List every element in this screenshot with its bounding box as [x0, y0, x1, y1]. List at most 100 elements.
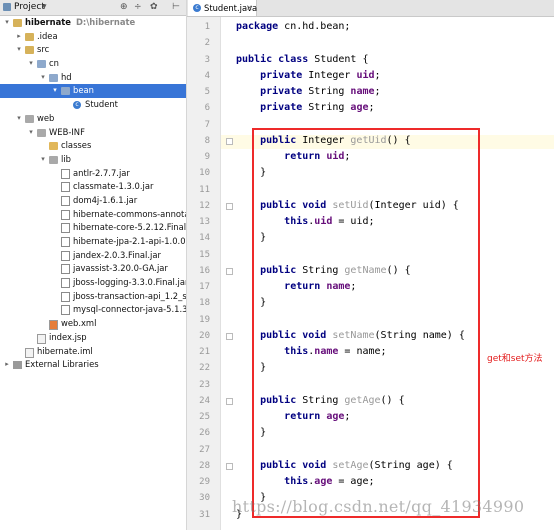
- tree-item[interactable]: hibernate-jpa-2.1-api-1.0.0.Fi: [0, 235, 186, 249]
- dropdown-icon[interactable]: ▾: [42, 0, 47, 15]
- tree-item-label: Student: [85, 98, 118, 112]
- tree-item[interactable]: jandex-2.0.3.Final.jar: [0, 249, 186, 263]
- hide-panel-icon[interactable]: ⊢: [172, 0, 180, 15]
- tree-item-label: hibernate-jpa-2.1-api-1.0.0.Fi: [73, 235, 187, 249]
- project-path: D:\hibernate: [75, 17, 136, 27]
- tree-item-label: classes: [61, 139, 91, 153]
- tree-item[interactable]: ▾ bean: [0, 84, 186, 99]
- tree-item[interactable]: ▾ hd: [0, 71, 186, 85]
- tree-item[interactable]: antlr-2.7.7.jar: [0, 167, 186, 181]
- file-icon: [25, 347, 34, 358]
- tree-item[interactable]: javassist-3.20.0-GA.jar: [0, 262, 186, 276]
- folder-icon: [25, 46, 34, 55]
- fold-marker-icon[interactable]: [226, 137, 233, 145]
- package-icon: [37, 60, 46, 69]
- tree-item[interactable]: web.xml: [0, 317, 186, 331]
- line-number: 24: [199, 395, 210, 406]
- scroll-from-source-icon[interactable]: ⊕: [120, 0, 128, 15]
- package-icon: [61, 87, 70, 96]
- tree-item[interactable]: ▾ cn: [0, 57, 186, 71]
- expand-arrow-icon[interactable]: ▾: [39, 153, 47, 167]
- fold-marker-icon[interactable]: [226, 462, 233, 470]
- tree-item[interactable]: c Student: [0, 98, 186, 112]
- tree-item[interactable]: jboss-logging-3.3.0.Final.jar: [0, 276, 186, 290]
- project-icon: [3, 3, 11, 11]
- expand-arrow-icon[interactable]: ▾: [15, 43, 23, 57]
- getter-setter-highlight-box: [252, 128, 480, 518]
- tree-item-text: web.xml: [61, 318, 97, 329]
- tree-item[interactable]: dom4j-1.6.1.jar: [0, 194, 186, 208]
- tree-item[interactable]: classmate-1.3.0.jar: [0, 180, 186, 194]
- code-line[interactable]: private String age;: [236, 102, 374, 113]
- tree-item-text: javassist-3.20.0-GA.jar: [73, 263, 168, 274]
- tree-item-text: Student: [85, 99, 118, 110]
- tree-item[interactable]: ▾ lib: [0, 153, 186, 167]
- fold-marker-icon[interactable]: [226, 397, 233, 405]
- jar-icon: [61, 278, 70, 289]
- tree-item-text: jboss-transaction-api_1.2_spe: [73, 290, 187, 301]
- tree-item-text: hibernate-jpa-2.1-api-1.0.0.Fi: [73, 236, 187, 246]
- code-line[interactable]: private Integer uid;: [236, 70, 380, 81]
- expand-arrow-icon[interactable]: ▾: [3, 16, 11, 30]
- tree-item[interactable]: ▸ External Libraries: [0, 358, 186, 372]
- tree-item[interactable]: hibernate-commons-annotat: [0, 208, 186, 222]
- tree-item-label: .idea: [37, 30, 58, 44]
- tree-item[interactable]: jboss-transaction-api_1.2_spe: [0, 290, 186, 304]
- code-line[interactable]: public class Student {: [236, 54, 368, 65]
- fold-marker-icon[interactable]: [226, 267, 233, 275]
- code-line[interactable]: private String name;: [236, 86, 380, 97]
- tree-item[interactable]: ▸ .idea: [0, 30, 186, 44]
- tree-item-text: hibernate.iml: [37, 345, 93, 356]
- line-number: 21: [199, 347, 210, 357]
- line-number: 22: [199, 363, 210, 374]
- tree-item[interactable]: mysql-connector-java-5.1.37-: [0, 303, 186, 317]
- line-number: 27: [199, 444, 210, 455]
- line-number: 6: [204, 103, 210, 114]
- package-icon: [49, 73, 58, 82]
- close-tab-icon[interactable]: ×: [246, 0, 253, 16]
- collapse-arrow-icon[interactable]: ▸: [3, 358, 11, 372]
- tree-item[interactable]: hibernate-core-5.2.12.Final.ja: [0, 221, 186, 235]
- line-number: 4: [204, 70, 210, 81]
- tree-item-text: hd: [61, 71, 72, 82]
- code-line[interactable]: package cn.hd.bean;: [236, 21, 350, 32]
- fold-marker-icon[interactable]: [226, 202, 233, 210]
- tree-item[interactable]: ▾ hibernate D:\hibernate: [0, 16, 186, 30]
- expand-arrow-icon[interactable]: ▾: [27, 126, 35, 140]
- tree-item-text: antlr-2.7.7.jar: [73, 167, 130, 178]
- tree-item[interactable]: classes: [0, 139, 186, 153]
- tree-item-label: cn: [49, 57, 59, 71]
- tree-item[interactable]: hibernate.iml: [0, 345, 186, 359]
- collapse-arrow-icon[interactable]: ▸: [15, 30, 23, 44]
- watermark: https://blog.csdn.net/qq_41934990: [232, 497, 525, 516]
- line-number: 11: [199, 184, 210, 195]
- line-number: 31: [199, 509, 210, 520]
- expand-arrow-icon[interactable]: ▾: [51, 84, 59, 98]
- line-number: 14: [199, 233, 210, 244]
- line-number: 17: [199, 282, 210, 292]
- jar-icon: [61, 223, 70, 234]
- tree-item-text: bean: [73, 85, 94, 96]
- fold-marker-icon[interactable]: [226, 332, 233, 340]
- tree-item[interactable]: ▾ WEB-INF: [0, 126, 186, 140]
- tree-item-label: hibernate-core-5.2.12.Final.ja: [73, 221, 186, 235]
- line-number: 25: [199, 412, 210, 422]
- expand-arrow-icon[interactable]: ▾: [39, 71, 47, 85]
- tree-item-label: web.xml: [61, 317, 96, 331]
- project-panel-title[interactable]: Project: [14, 0, 45, 15]
- collapse-all-icon[interactable]: ÷: [134, 0, 142, 15]
- tree-item-label: javassist-3.20.0-GA.jar: [73, 262, 168, 276]
- tree-item-text: mysql-connector-java-5.1.37-: [73, 304, 187, 315]
- tree-item[interactable]: index.jsp: [0, 331, 186, 345]
- expand-arrow-icon[interactable]: ▾: [27, 57, 35, 71]
- tab-student-java[interactable]: c Student.java ×: [188, 0, 257, 16]
- tree-item-label: classmate-1.3.0.jar: [73, 180, 153, 194]
- settings-gear-icon[interactable]: ✿: [150, 0, 158, 15]
- expand-arrow-icon[interactable]: ▾: [15, 112, 23, 126]
- tree-item[interactable]: ▾ web: [0, 112, 186, 126]
- jar-icon: [61, 291, 70, 302]
- line-number: 16: [199, 265, 210, 276]
- file-icon: [37, 333, 46, 344]
- tree-item[interactable]: ▾ src: [0, 43, 186, 57]
- line-number: 12: [199, 200, 210, 211]
